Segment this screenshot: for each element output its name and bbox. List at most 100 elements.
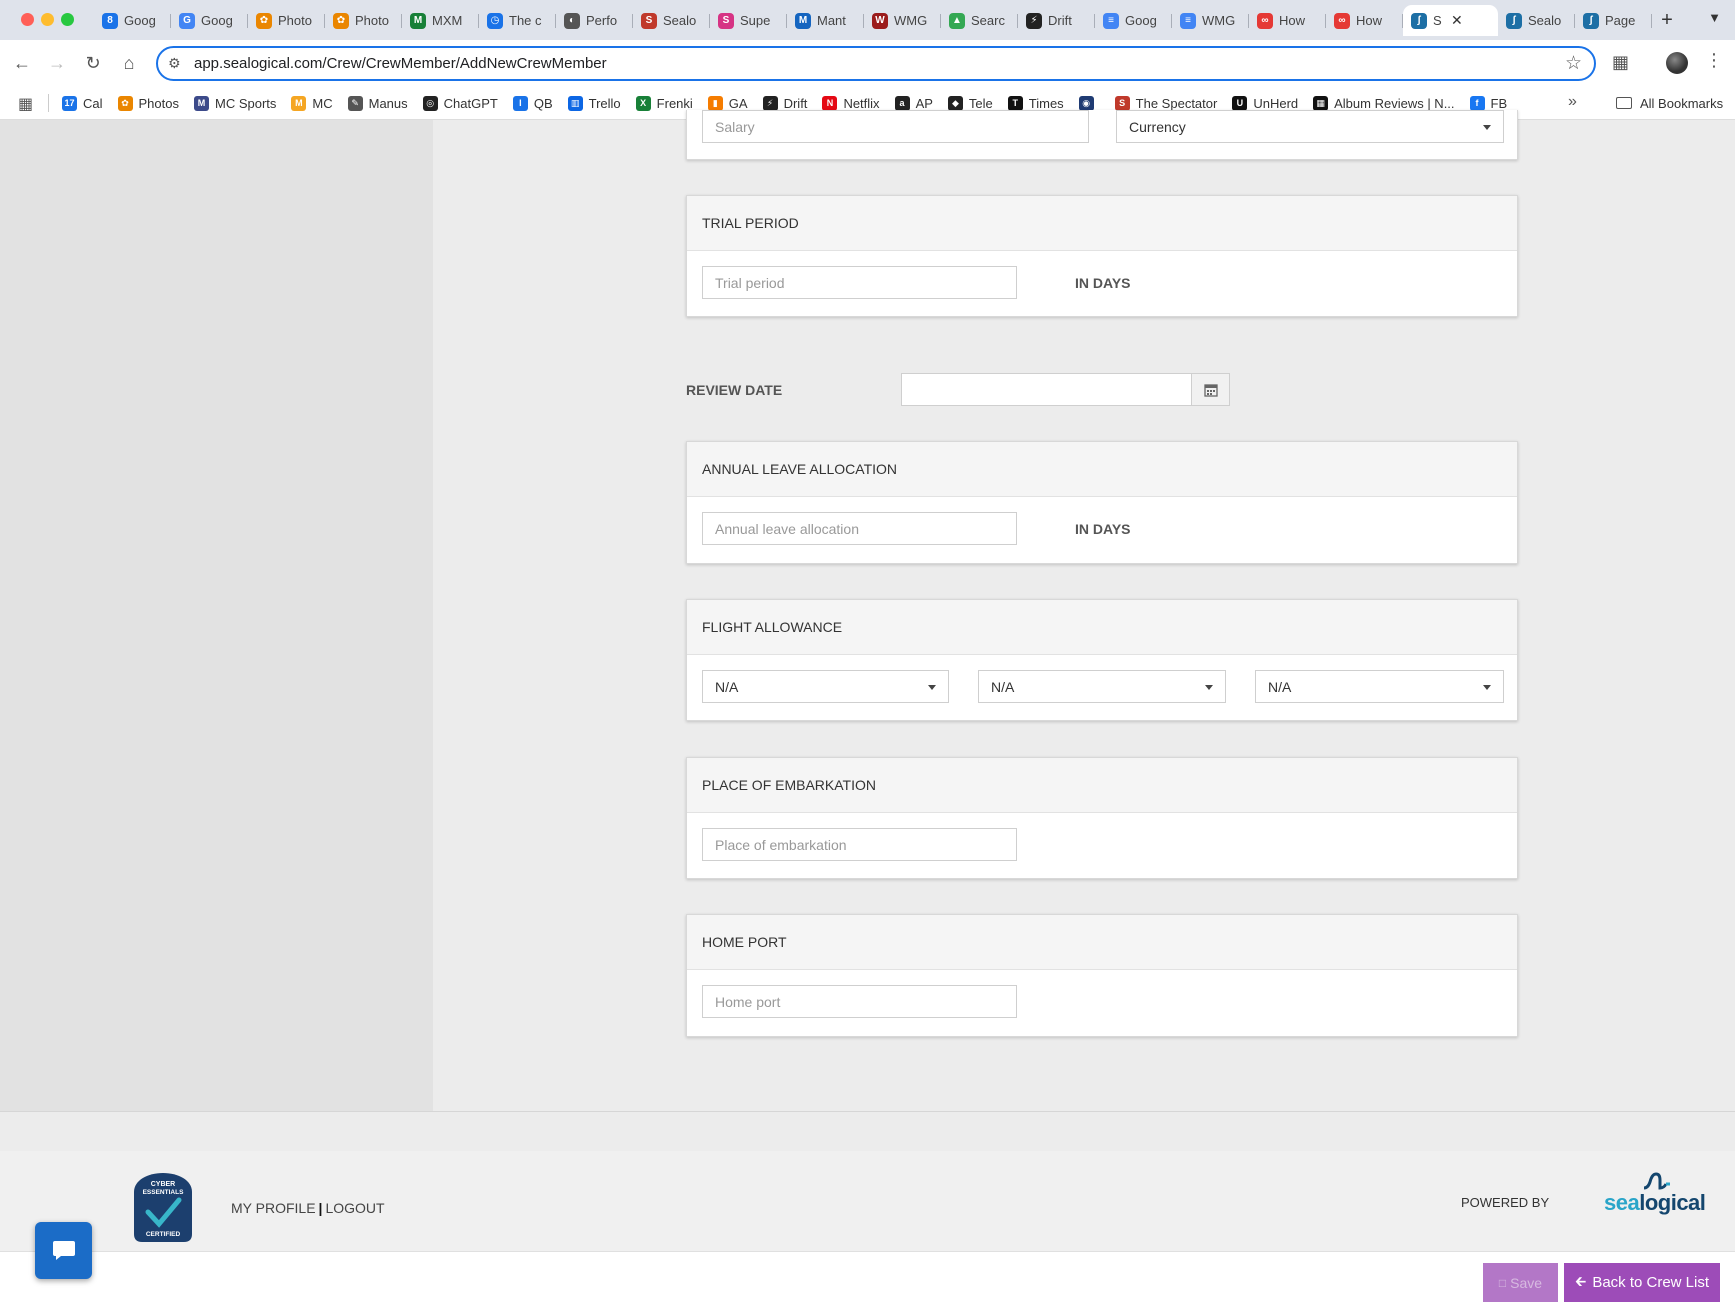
bookmark-item[interactable]: ▥ Trello bbox=[567, 95, 621, 111]
bookmark-item[interactable]: N Netflix bbox=[822, 95, 880, 111]
bookmark-item[interactable]: ⚡ Drift bbox=[762, 95, 807, 111]
annual-leave-title: ANNUAL LEAVE ALLOCATION bbox=[687, 442, 1517, 497]
close-tab-icon[interactable]: ✕ bbox=[1451, 12, 1463, 29]
browser-tab[interactable]: S Supe bbox=[710, 5, 787, 36]
chevron-down-icon[interactable]: ▼ bbox=[1708, 10, 1721, 25]
bookmark-item[interactable]: S The Spectator bbox=[1114, 95, 1217, 111]
more-bookmarks-icon[interactable]: » bbox=[1568, 93, 1577, 111]
browser-tab[interactable]: ◷ The c bbox=[479, 5, 556, 36]
cyber-essentials-badge: CYBER ESSENTIALS CERTIFIED bbox=[134, 1173, 192, 1242]
annual-leave-input[interactable]: Annual leave allocation bbox=[702, 512, 1017, 545]
browser-tab[interactable]: ▲ Searc bbox=[941, 5, 1018, 36]
bookmark-item[interactable]: ✿ Photos bbox=[117, 95, 179, 111]
bookmark-item[interactable]: M MC bbox=[291, 95, 333, 111]
browser-tab[interactable]: G Goog bbox=[171, 5, 248, 36]
calendar-button[interactable] bbox=[1191, 373, 1230, 406]
tab-favicon-icon: S bbox=[641, 12, 657, 29]
my-profile-link[interactable]: MY PROFILE bbox=[231, 1200, 316, 1216]
tab-favicon-icon: S bbox=[718, 12, 734, 29]
bookmark-item[interactable]: f FB bbox=[1469, 95, 1507, 111]
close-window-icon[interactable] bbox=[21, 13, 34, 26]
browser-tab[interactable]: ʃ S ✕ bbox=[1403, 5, 1498, 36]
browser-tab[interactable]: S Sealo bbox=[633, 5, 710, 36]
new-tab-button[interactable]: + bbox=[1652, 5, 1682, 36]
browser-tab[interactable]: M MXM bbox=[402, 5, 479, 36]
bookmark-item[interactable]: U UnHerd bbox=[1232, 95, 1298, 111]
bookmark-item[interactable]: ◆ Tele bbox=[947, 95, 993, 111]
tab-favicon-icon: ✿ bbox=[256, 12, 272, 29]
browser-tab[interactable]: ∞ How bbox=[1326, 5, 1403, 36]
tab-title: WMG bbox=[894, 13, 928, 28]
browser-tab[interactable]: ⚡ Drift bbox=[1018, 5, 1095, 36]
maximize-window-icon[interactable] bbox=[61, 13, 74, 26]
footer-separator: | bbox=[318, 1200, 323, 1216]
place-of-embarkation-input[interactable]: Place of embarkation bbox=[702, 828, 1017, 861]
bookmark-label: Cal bbox=[83, 95, 103, 111]
bookmark-item[interactable]: 17 Cal bbox=[62, 95, 103, 111]
apps-grid-icon[interactable]: ▦ bbox=[18, 94, 33, 114]
bookmark-item[interactable]: ✎ Manus bbox=[347, 95, 408, 111]
browser-tab[interactable]: 8 Goog bbox=[94, 5, 171, 36]
forward-arrow-icon[interactable]: → bbox=[45, 51, 69, 75]
bookmarks-divider bbox=[48, 94, 49, 112]
address-url[interactable]: app.sealogical.com/Crew/CrewMember/AddNe… bbox=[194, 55, 607, 72]
tab-title: WMG bbox=[1202, 13, 1236, 28]
browser-tab[interactable]: ✿ Photo bbox=[325, 5, 402, 36]
browser-tab[interactable]: ʃ Sealo bbox=[1498, 5, 1575, 36]
bookmark-item[interactable]: ◎ ChatGPT bbox=[422, 95, 498, 111]
bookmark-item[interactable]: T Times bbox=[1007, 95, 1064, 111]
salary-input[interactable]: Salary bbox=[702, 110, 1089, 143]
browser-tab[interactable]: ≡ Goog bbox=[1095, 5, 1172, 36]
browser-tab[interactable]: ≡ WMG bbox=[1172, 5, 1249, 36]
bookmark-item[interactable]: I QB bbox=[512, 95, 553, 111]
browser-tab[interactable]: W WMG bbox=[864, 5, 941, 36]
bookmark-item[interactable]: ◉ bbox=[1078, 95, 1100, 111]
badge-line-3: CERTIFIED bbox=[146, 1231, 181, 1238]
tab-title: Photo bbox=[355, 13, 389, 28]
all-bookmarks-button[interactable]: All Bookmarks bbox=[1616, 86, 1723, 120]
back-to-crew-list-button[interactable]: 🡰 Back to Crew List bbox=[1564, 1263, 1720, 1302]
browser-tab[interactable]: ◐ Perfo bbox=[556, 5, 633, 36]
flight-allowance-select-2[interactable]: N/A bbox=[978, 670, 1226, 703]
chat-launcher-button[interactable] bbox=[35, 1222, 92, 1279]
currency-select[interactable]: Currency bbox=[1116, 110, 1504, 143]
more-menu-icon[interactable]: ⋮ bbox=[1705, 50, 1723, 71]
trial-period-input[interactable]: Trial period bbox=[702, 266, 1017, 299]
reload-icon[interactable]: ↻ bbox=[81, 51, 105, 75]
save-button[interactable]: □ Save bbox=[1483, 1263, 1558, 1302]
bookmark-item[interactable]: X Frenki bbox=[635, 95, 693, 111]
logout-link[interactable]: LOGOUT bbox=[325, 1200, 384, 1216]
extensions-icon[interactable]: ▦ bbox=[1612, 52, 1629, 73]
currency-value: Currency bbox=[1129, 118, 1186, 135]
browser-tab[interactable]: M Mant bbox=[787, 5, 864, 36]
home-icon[interactable]: ⌂ bbox=[117, 51, 141, 75]
badge-line-2: ESSENTIALS bbox=[143, 1189, 184, 1196]
review-date-input[interactable] bbox=[901, 373, 1192, 406]
browser-tab[interactable]: ✿ Photo bbox=[248, 5, 325, 36]
bookmark-item[interactable]: M MC Sports bbox=[194, 95, 276, 111]
minimize-window-icon[interactable] bbox=[41, 13, 54, 26]
browser-tab[interactable]: ∞ How bbox=[1249, 5, 1326, 36]
profile-avatar[interactable] bbox=[1666, 52, 1688, 74]
bookmark-favicon-icon: ◎ bbox=[422, 95, 438, 111]
bookmark-item[interactable]: ▮ GA bbox=[707, 95, 748, 111]
bookmark-item[interactable]: ▦ Album Reviews | N... bbox=[1313, 95, 1455, 111]
bookmark-star-icon[interactable]: ☆ bbox=[1565, 52, 1582, 75]
save-icon: □ bbox=[1498, 1275, 1507, 1290]
tab-title: Searc bbox=[971, 13, 1005, 28]
home-port-input[interactable]: Home port bbox=[702, 985, 1017, 1018]
bookmark-label: ChatGPT bbox=[443, 95, 498, 111]
address-bar[interactable]: ⚙ app.sealogical.com/Crew/CrewMember/Add… bbox=[156, 46, 1596, 81]
salary-panel: Salary Currency bbox=[686, 110, 1518, 160]
bookmark-favicon-icon: ✎ bbox=[347, 95, 363, 111]
bookmark-label: Times bbox=[1028, 95, 1064, 111]
bookmark-favicon-icon: ▮ bbox=[707, 95, 723, 111]
site-settings-icon[interactable]: ⚙ bbox=[168, 55, 181, 72]
back-arrow-icon[interactable]: ← bbox=[10, 51, 34, 75]
browser-tab[interactable]: ʃ Page bbox=[1575, 5, 1652, 36]
flight-allowance-select-3[interactable]: N/A bbox=[1255, 670, 1504, 703]
flight-allowance-select-1[interactable]: N/A bbox=[702, 670, 949, 703]
tab-favicon-icon: ◷ bbox=[487, 12, 503, 29]
bookmark-favicon-icon: f bbox=[1469, 95, 1485, 111]
bookmark-item[interactable]: a AP bbox=[894, 95, 933, 111]
